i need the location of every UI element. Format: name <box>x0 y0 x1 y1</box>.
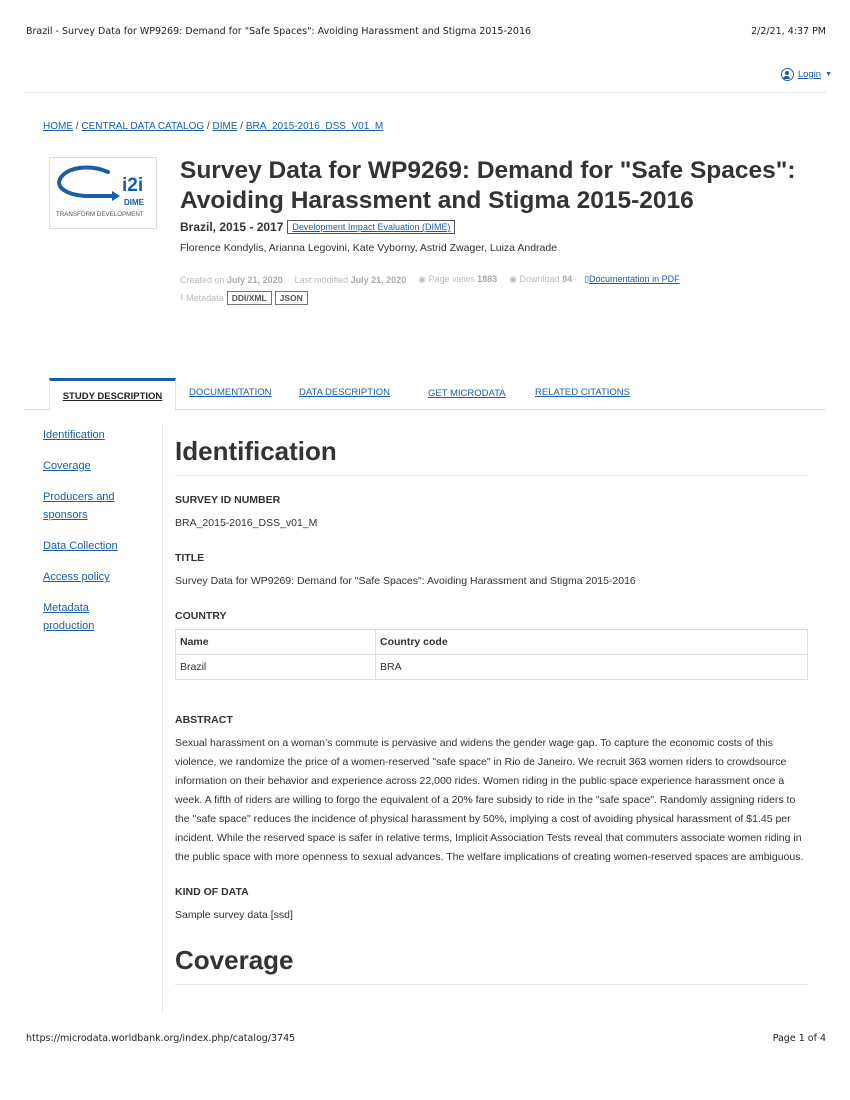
sidebar-item-producers[interactable]: Producers and sponsors <box>43 488 143 524</box>
sidebar-item-data-collection[interactable]: Data Collection <box>43 537 143 555</box>
download-eye-icon: ◉ <box>509 274 517 284</box>
ddi-xml-button[interactable]: DDI/XML <box>226 291 272 305</box>
download-icon: ⭳ <box>180 292 184 302</box>
breadcrumb-study[interactable]: BRA_2015-2016_DSS_V01_M <box>246 121 383 132</box>
survey-id-value: BRA_2015-2016_DSS_v01_M <box>175 517 318 529</box>
logo-tagline: TRANSFORM DEVELOPMENT <box>56 211 144 218</box>
print-page-number: Page 1 of 4 <box>772 1033 826 1044</box>
survey-id-label: SURVEY ID NUMBER <box>175 494 281 506</box>
table-header: Name <box>175 629 376 655</box>
abstract-label: ABSTRACT <box>175 714 233 726</box>
login-link[interactable]: Login <box>798 69 821 80</box>
page-title: Survey Data for WP9269: Demand for "Safe… <box>180 157 796 214</box>
country-years: Brazil, 2015 - 2017 <box>180 220 284 234</box>
print-header: Brazil - Survey Data for WP9269: Demand … <box>26 26 826 37</box>
tab-get-microdata[interactable]: GET MICRODATA <box>428 388 506 399</box>
table-cell: BRA <box>375 654 808 680</box>
logo-main-text: i2i <box>122 175 143 196</box>
table-header-row: Name Country code <box>175 629 808 655</box>
sidebar-item-access-policy[interactable]: Access policy <box>43 568 143 586</box>
i2i-dime-logo: i2i DIME TRANSFORM DEVELOPMENT <box>56 165 145 218</box>
pdf-link-wrap[interactable]: ▯Documentation in PDF <box>584 274 680 285</box>
print-url: https://microdata.worldbank.org/index.ph… <box>26 1033 296 1044</box>
json-button[interactable]: JSON <box>274 291 308 305</box>
kind-of-data-value: Sample survey data [ssd] <box>175 909 293 921</box>
topbar: Login ▼ <box>780 68 832 81</box>
tab-bar: STUDY DESCRIPTION DOCUMENTATION DATA DES… <box>24 378 826 411</box>
tab-data-description[interactable]: DATA DESCRIPTION <box>299 387 390 398</box>
sidebar-divider <box>162 424 163 1012</box>
tab-related-citations[interactable]: RELATED CITATIONS <box>535 387 630 398</box>
main-content: Identification SURVEY ID NUMBER BRA_2015… <box>175 436 808 985</box>
print-page-title: Brazil - Survey Data for WP9269: Demand … <box>26 26 532 37</box>
table-cell: Brazil <box>175 654 376 680</box>
breadcrumb-home[interactable]: HOME <box>43 121 73 132</box>
eye-icon: ◉ <box>418 274 427 284</box>
title-value: Survey Data for WP9269: Demand for "Safe… <box>175 575 636 587</box>
breadcrumb: HOME / CENTRAL DATA CATALOG / DIME / BRA… <box>43 121 384 132</box>
chevron-down-icon[interactable]: ▼ <box>825 71 832 78</box>
print-footer: https://microdata.worldbank.org/index.ph… <box>26 1033 826 1044</box>
table-row: Brazil BRA <box>175 654 808 680</box>
tab-documentation[interactable]: DOCUMENTATION <box>189 387 272 398</box>
created-info: Created on July 21, 2020 <box>180 274 283 285</box>
study-header: Survey Data for WP9269: Demand for "Safe… <box>180 156 810 306</box>
logo-sub-text: DIME <box>124 198 145 207</box>
authors: Florence Kondylis, Arianna Legovini, Kat… <box>180 242 558 254</box>
user-circle-icon[interactable] <box>780 68 794 81</box>
views-info: ◉ Page views 1883 <box>418 274 498 284</box>
table-header: Country code <box>375 629 808 655</box>
print-datetime: 2/2/21, 4:37 PM <box>751 26 826 37</box>
tab-study-description[interactable]: STUDY DESCRIPTION <box>49 378 176 411</box>
coverage-heading: Coverage <box>175 945 808 985</box>
modified-info: Last modified July 21, 2020 <box>294 274 407 285</box>
collection-badge[interactable]: Development Impact Evaluation (DIME) <box>287 220 456 234</box>
sidebar: Identification Coverage Producers and sp… <box>43 426 143 648</box>
sidebar-item-metadata-production[interactable]: Metadata production <box>43 599 143 635</box>
title-label: TITLE <box>175 552 205 564</box>
country-years-line: Brazil, 2015 - 2017 Development Impact E… <box>180 220 810 234</box>
study-meta: Created on July 21, 2020 Last modified J… <box>180 274 810 285</box>
header-divider <box>24 92 826 93</box>
sidebar-item-identification[interactable]: Identification <box>43 426 143 444</box>
kind-of-data-label: KIND OF DATA <box>175 886 249 898</box>
identification-heading: Identification <box>175 436 808 476</box>
metadata-label: Metadata <box>186 293 224 303</box>
sidebar-item-coverage[interactable]: Coverage <box>43 457 143 475</box>
breadcrumb-catalog[interactable]: CENTRAL DATA CATALOG <box>81 121 204 132</box>
country-table: Name Country code Brazil BRA <box>175 629 808 680</box>
documentation-pdf-link[interactable]: Documentation in PDF <box>589 274 680 284</box>
country-label: COUNTRY <box>175 610 227 622</box>
metadata-line: ⭳ Metadata DDI/XML JSON <box>180 290 810 306</box>
downloads-info: ◉ Download 84 <box>509 274 573 284</box>
breadcrumb-dime[interactable]: DIME <box>213 121 238 132</box>
abstract-value: Sexual harassment on a woman’s commute i… <box>175 737 804 863</box>
collection-logo: i2i DIME TRANSFORM DEVELOPMENT <box>49 157 157 229</box>
